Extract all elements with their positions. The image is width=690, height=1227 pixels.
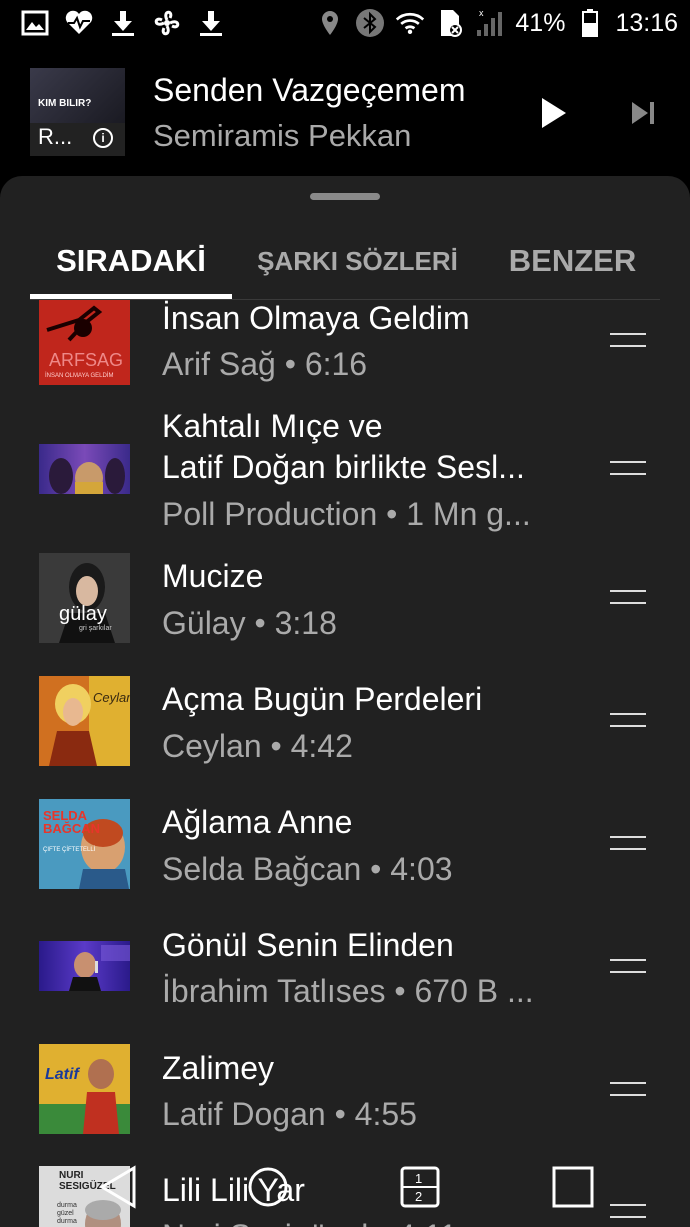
track-thumbnail: SELDA BAĞCAN ÇIFTE ÇİFTETELLİ — [39, 799, 130, 889]
location-icon — [315, 8, 345, 38]
home-icon[interactable] — [246, 1164, 290, 1215]
page-indicator-bottom: 2 — [415, 1189, 422, 1204]
drag-handle-icon[interactable] — [610, 590, 646, 604]
track-title: İnsan Olmaya Geldim — [162, 300, 470, 336]
page-indicator-top: 1 — [415, 1171, 422, 1186]
thumbnail-caption: durma güzel durma — [57, 1202, 77, 1225]
track-subtitle: Gülay • 3:18 — [162, 605, 337, 641]
queue-item[interactable]: Ceylan Açma Bugün Perdeleri Ceylan • 4:4… — [0, 673, 690, 773]
track-thumbnail: gülay gri şarkılar — [39, 553, 130, 643]
thumbnail-label: R... — [38, 124, 73, 149]
thumbnail-caption: ÇIFTE ÇİFTETELLİ — [43, 847, 96, 853]
thumbnail-caption: İNSAN OLMAYA GELDİM — [45, 373, 114, 379]
thumbnail-text: Ceylan — [93, 690, 130, 705]
track-title: Açma Bugün Perdeleri — [162, 681, 483, 717]
thumbnail-caption: gri şarkılar — [79, 625, 112, 632]
download-icon — [108, 8, 138, 38]
queue-item[interactable]: Kahtalı Mıçe ve Latif Doğan birlikte Ses… — [0, 408, 690, 533]
track-title: Mucize — [162, 558, 264, 594]
now-playing-artist: Semiramis Pekkan — [153, 118, 412, 153]
drag-handle-icon[interactable] — [610, 713, 646, 727]
tab-bar: SIRADAKİ ŞARKI SÖZLERİ BENZER — [0, 226, 660, 300]
thumbnail-text: ARFSAG — [49, 350, 124, 370]
queue-sheet: SIRADAKİ ŞARKI SÖZLERİ BENZER ARFSAG İNS… — [0, 176, 690, 1227]
signal-icon: x — [475, 8, 505, 38]
download-icon — [196, 8, 226, 38]
drag-handle-icon[interactable] — [610, 1082, 646, 1096]
thumbnail-text: SELDA BAĞCAN — [43, 808, 101, 836]
sheet-drag-handle[interactable] — [310, 193, 380, 200]
now-playing-title: Senden Vazgeçemem — [153, 72, 466, 108]
drag-handle-icon[interactable] — [610, 1204, 646, 1218]
drag-handle-icon[interactable] — [610, 333, 646, 347]
track-title: Zalimey — [162, 1050, 275, 1086]
track-title-line1: Kahtalı Mıçe ve — [162, 408, 383, 444]
battery-icon — [575, 8, 605, 38]
thumbnail-caption: KIM BILIR? — [38, 98, 92, 109]
battery-percent: 41% — [515, 8, 566, 37]
queue-list[interactable]: ARFSAG İNSAN OLMAYA GELDİM İnsan Olmaya … — [0, 300, 690, 1227]
track-subtitle: Ceylan • 4:42 — [162, 728, 353, 764]
tab-related[interactable]: BENZER — [500, 226, 645, 296]
heart-rate-icon — [64, 8, 94, 38]
track-thumbnail: Latif — [39, 1044, 130, 1134]
track-subtitle: Poll Production • 1 Mn g... — [162, 496, 531, 532]
queue-item[interactable]: Latif Zalimey Latif Dogan • 4:55 — [0, 1042, 690, 1142]
mini-player[interactable]: KIM BILIR? R... i Senden Vazgeçemem Semi… — [0, 50, 690, 175]
skip-next-icon[interactable] — [628, 98, 658, 128]
pinwheel-icon — [152, 8, 182, 38]
thumbnail-text: Latif — [45, 1066, 79, 1083]
drag-handle-icon[interactable] — [610, 461, 646, 475]
track-title: Ağlama Anne — [162, 804, 353, 840]
queue-item[interactable]: Gönül Senin Elinden İbrahim Tatlıses • 6… — [0, 919, 690, 1019]
svg-text:x: x — [479, 8, 484, 18]
multi-window-icon[interactable]: 12 — [400, 1164, 440, 1215]
track-thumbnail — [39, 941, 130, 991]
track-thumbnail: ARFSAG İNSAN OLMAYA GELDİM — [39, 300, 130, 385]
track-thumbnail: Ceylan — [39, 676, 130, 766]
track-subtitle: Nuri Sesigüzel • 4:11 — [162, 1218, 457, 1227]
tab-lyrics[interactable]: ŞARKI SÖZLERİ — [245, 226, 470, 296]
track-title-line2: Latif Doğan birlikte Sesl... — [162, 449, 525, 485]
track-subtitle: Arif Sağ • 6:16 — [162, 346, 368, 382]
back-icon[interactable] — [98, 1164, 138, 1215]
queue-item[interactable]: SELDA BAĞCAN ÇIFTE ÇİFTETELLİ Ağlama Ann… — [0, 796, 690, 896]
wifi-icon — [395, 8, 425, 38]
track-thumbnail — [39, 444, 130, 494]
play-icon[interactable] — [538, 96, 568, 130]
sim-icon — [435, 8, 465, 38]
recents-icon[interactable] — [551, 1164, 595, 1215]
gallery-icon — [20, 8, 50, 38]
drag-handle-icon[interactable] — [610, 959, 646, 973]
track-subtitle: Selda Bağcan • 4:03 — [162, 851, 453, 887]
status-bar: x 41% 13:16 — [0, 0, 690, 50]
now-playing-thumbnail[interactable]: KIM BILIR? R... i — [30, 68, 125, 156]
drag-handle-icon[interactable] — [610, 836, 646, 850]
queue-item[interactable]: ARFSAG İNSAN OLMAYA GELDİM İnsan Olmaya … — [0, 300, 690, 400]
clock: 13:16 — [615, 8, 678, 37]
queue-item[interactable]: gülay gri şarkılar Mucize Gülay • 3:18 — [0, 550, 690, 650]
track-subtitle: Latif Dogan • 4:55 — [162, 1096, 417, 1132]
thumbnail-text: gülay — [59, 603, 107, 625]
info-icon[interactable]: i — [93, 128, 113, 148]
bluetooth-icon — [355, 8, 385, 38]
track-title: Gönül Senin Elinden — [162, 927, 454, 963]
tab-up-next[interactable]: SIRADAKİ — [30, 226, 232, 296]
track-subtitle: İbrahim Tatlıses • 670 B ... — [162, 973, 534, 1009]
